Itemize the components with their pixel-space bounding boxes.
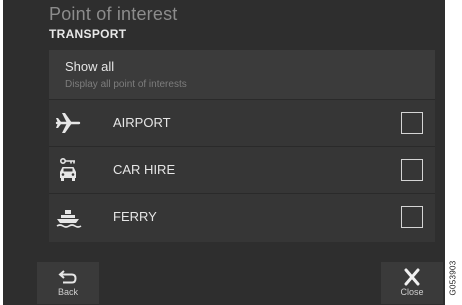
header: Point of interest TRANSPORT [3, 0, 445, 46]
list-item-airport[interactable]: AIRPORT [49, 100, 435, 147]
airplane-icon [53, 108, 83, 138]
page-title: Point of interest [49, 4, 178, 24]
back-button-label: Back [57, 287, 78, 297]
close-button[interactable]: Close [381, 262, 443, 304]
car-hire-checkbox[interactable] [401, 159, 423, 181]
poi-screen: Point of interest TRANSPORT Show all Dis… [3, 0, 445, 305]
list-item-label: AIRPORT [113, 115, 171, 130]
list-item-label: CAR HIRE [113, 162, 176, 177]
show-all-option[interactable]: Show all Display all point of interests [49, 50, 435, 100]
airport-checkbox[interactable] [401, 112, 423, 134]
close-button-label: Close [400, 287, 424, 297]
figure-reference-code: G053903 [446, 248, 460, 298]
figure-code-text: G053903 [448, 260, 458, 296]
show-all-description: Display all point of interests [65, 79, 187, 90]
list-item-label: FERRY [113, 209, 157, 224]
back-button[interactable]: Back [37, 262, 99, 304]
footer-bar: Back Close [3, 258, 445, 305]
page-subtitle: TRANSPORT [49, 27, 127, 41]
show-all-title: Show all [65, 59, 115, 74]
category-list: Show all Display all point of interests … [49, 50, 435, 242]
car-hire-icon [53, 155, 83, 185]
close-icon [404, 268, 420, 286]
ferry-checkbox[interactable] [401, 206, 423, 228]
back-arrow-icon [58, 270, 77, 284]
list-item-ferry[interactable]: FERRY [49, 194, 435, 241]
ferry-icon [53, 202, 83, 232]
list-item-car-hire[interactable]: CAR HIRE [49, 147, 435, 194]
